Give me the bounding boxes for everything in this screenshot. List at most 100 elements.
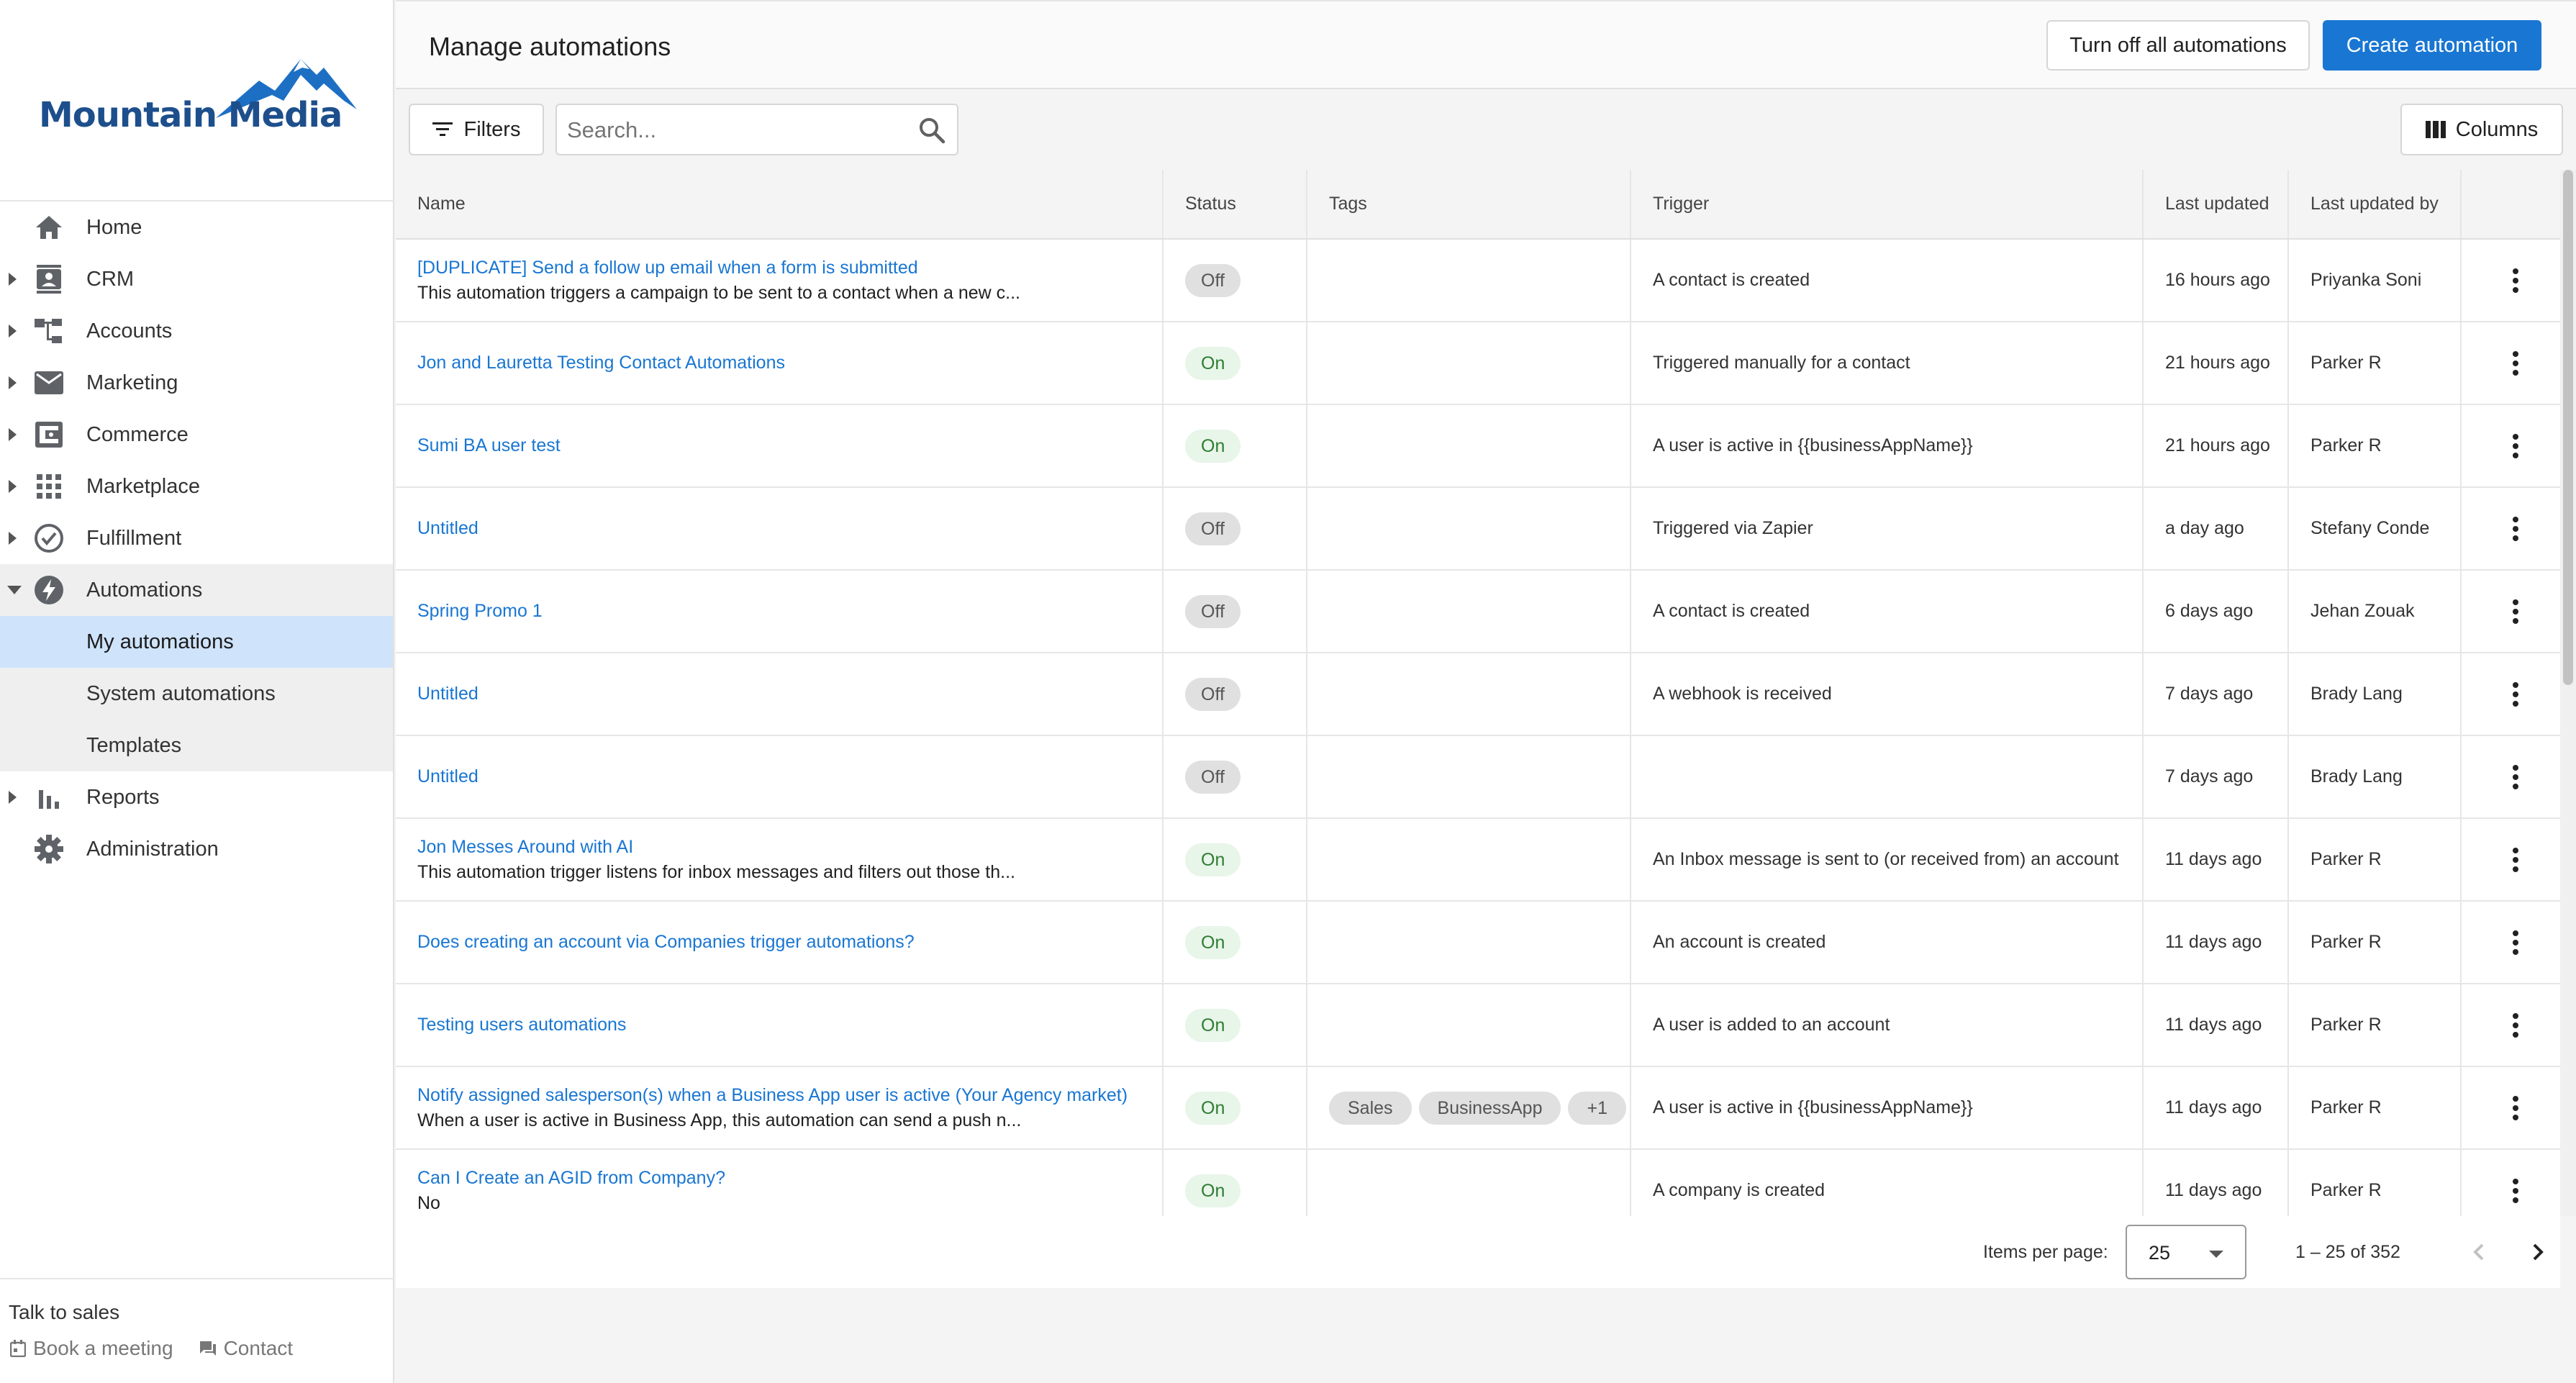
create-automation-button[interactable]: Create automation [2323, 20, 2541, 71]
tag-chip[interactable]: BusinessApp [1418, 1091, 1561, 1125]
cell-status: On [1163, 404, 1307, 488]
table-row[interactable]: Does creating an account via Companies t… [396, 901, 2560, 984]
cell-name: Untitled [396, 735, 1164, 819]
automation-name-link[interactable]: Untitled [417, 684, 1161, 704]
turn-off-all-automations-button[interactable]: Turn off all automations [2046, 20, 2310, 71]
table-row[interactable]: [DUPLICATE] Send a follow up email when … [396, 239, 2560, 322]
automation-name-link[interactable]: Sumi BA user test [417, 435, 1161, 456]
automation-name-link[interactable]: Untitled [417, 766, 1161, 787]
column-header-name[interactable]: Name [396, 170, 1164, 240]
automation-name-link[interactable]: Jon Messes Around with AI [417, 837, 1161, 858]
cell-actions [2461, 901, 2560, 984]
brand-logo[interactable]: Mountain Media [39, 40, 357, 141]
cell-name: Jon Messes Around with AI This automation… [396, 818, 1164, 902]
automation-description: This automation triggers a campaign to b… [417, 282, 1020, 303]
automation-description: No [417, 1192, 440, 1213]
table-row[interactable]: Untitled Off A webhook is received 7 days a… [396, 653, 2560, 736]
status-badge: On [1185, 429, 1241, 463]
contact-link[interactable]: Contact [199, 1337, 293, 1360]
chat-icon [199, 1341, 216, 1356]
sidebar-item-administration[interactable]: Administration [0, 823, 393, 875]
tag-chip[interactable]: Sales [1329, 1091, 1412, 1125]
brand-name: Mountain Media [39, 95, 343, 135]
more-vert-icon[interactable] [2512, 268, 2519, 293]
status-badge: On [1185, 1008, 1241, 1042]
cell-last-updated-by: Brady Lang [2288, 735, 2462, 819]
cell-actions [2461, 984, 2560, 1067]
automation-name-link[interactable]: Spring Promo 1 [417, 601, 1161, 622]
sidebar-subitem-my-automations[interactable]: My automations [0, 616, 393, 668]
table-row[interactable]: Untitled Off Triggered via Zapier a day ago… [396, 487, 2560, 571]
more-vert-icon[interactable] [2512, 1095, 2519, 1120]
sidebar-item-marketplace[interactable]: Marketplace [0, 461, 393, 512]
cell-last-updated-by: Brady Lang [2288, 653, 2462, 736]
table-row[interactable]: Spring Promo 1 Off A contact is created 6 d… [396, 570, 2560, 653]
column-header-trigger[interactable]: Trigger [1631, 170, 2144, 240]
sidebar-item-automations[interactable]: Automations [0, 564, 393, 616]
sidebar-item-accounts[interactable]: Accounts [0, 305, 393, 357]
sidebar-subitem-templates[interactable]: Templates [0, 720, 393, 771]
book-meeting-link[interactable]: Book a meeting [10, 1337, 173, 1360]
sidebar: Mountain Media Home CRM Accounts Marketi… [0, 0, 394, 1383]
more-vert-icon[interactable] [2512, 681, 2519, 707]
more-vert-icon[interactable] [2512, 764, 2519, 789]
items-per-page-select[interactable]: 25 [2126, 1225, 2246, 1279]
table-header-row: Name Status Tags Trigger Last updated La… [396, 170, 2560, 240]
status-badge: Off [1185, 512, 1241, 545]
automation-name-link[interactable]: Testing users automations [417, 1015, 1161, 1035]
search-icon[interactable] [918, 117, 945, 148]
caret-right-icon [9, 532, 17, 545]
more-vert-icon[interactable] [2512, 599, 2519, 624]
previous-page-button[interactable] [2465, 1238, 2494, 1270]
filters-button[interactable]: Filters [409, 104, 544, 155]
columns-button[interactable]: Columns [2400, 104, 2563, 155]
cell-trigger: An Inbox message is sent to (or received… [1631, 818, 2144, 902]
table-row[interactable]: Sumi BA user test On A user is active in {… [396, 404, 2560, 488]
sidebar-item-reports[interactable]: Reports [0, 771, 393, 823]
more-vert-icon[interactable] [2512, 1012, 2519, 1038]
column-header-status[interactable]: Status [1163, 170, 1307, 240]
table-row[interactable]: Jon and Lauretta Testing Contact Automat… [396, 322, 2560, 405]
table-row[interactable]: Notify assigned salesperson(s) when a Bu… [396, 1066, 2560, 1150]
sidebar-item-crm[interactable]: CRM [0, 253, 393, 305]
automation-name-link[interactable]: Notify assigned salesperson(s) when a Bu… [417, 1085, 1161, 1106]
automation-name-link[interactable]: Untitled [417, 518, 1161, 539]
sidebar-item-marketing[interactable]: Marketing [0, 357, 393, 409]
mail-icon [33, 367, 65, 399]
more-vert-icon[interactable] [2512, 433, 2519, 458]
status-badge: Off [1185, 594, 1241, 628]
more-vert-icon[interactable] [2512, 847, 2519, 872]
calendar-icon [10, 1340, 26, 1357]
automation-name-link[interactable]: Does creating an account via Companies t… [417, 932, 1161, 953]
search-input[interactable] [567, 114, 898, 147]
table-row[interactable]: Testing users automations On A user is add… [396, 984, 2560, 1067]
next-page-button[interactable] [2523, 1238, 2552, 1270]
more-vert-icon[interactable] [2512, 930, 2519, 955]
cell-actions [2461, 818, 2560, 902]
cell-status: On [1163, 818, 1307, 902]
sidebar-item-commerce[interactable]: Commerce [0, 409, 393, 461]
sidebar-subitem-system-automations[interactable]: System automations [0, 668, 393, 720]
column-header-last-updated-by[interactable]: Last updated by [2288, 170, 2462, 240]
cell-last-updated-by: Parker R [2288, 322, 2462, 405]
table-row[interactable]: Untitled Off 7 days ago Brady Lang [396, 735, 2560, 819]
table-row[interactable]: Can I Create an AGID from Company? No On A … [396, 1149, 2560, 1216]
column-header-last-updated[interactable]: Last updated [2143, 170, 2289, 240]
sidebar-item-home[interactable]: Home [0, 201, 393, 253]
more-vert-icon[interactable] [2512, 1178, 2519, 1203]
sidebar-item-fulfillment[interactable]: Fulfillment [0, 512, 393, 564]
cell-last-updated-by: Parker R [2288, 404, 2462, 488]
table-row[interactable]: Jon Messes Around with AI This automation… [396, 818, 2560, 902]
more-vert-icon[interactable] [2512, 350, 2519, 376]
chevron-left-icon [2473, 1243, 2484, 1261]
table-scrollbar-thumb[interactable] [2563, 170, 2573, 685]
cell-status: Off [1163, 653, 1307, 736]
search-field[interactable] [555, 104, 958, 155]
more-vert-icon[interactable] [2512, 516, 2519, 541]
automation-name-link[interactable]: Jon and Lauretta Testing Contact Automat… [417, 353, 1161, 373]
cell-status: Off [1163, 570, 1307, 653]
automation-name-link[interactable]: Can I Create an AGID from Company? [417, 1168, 1161, 1189]
column-header-tags[interactable]: Tags [1307, 170, 1631, 240]
tag-chip[interactable]: +1 [1568, 1091, 1626, 1125]
automation-name-link[interactable]: [DUPLICATE] Send a follow up email when … [417, 258, 1161, 278]
